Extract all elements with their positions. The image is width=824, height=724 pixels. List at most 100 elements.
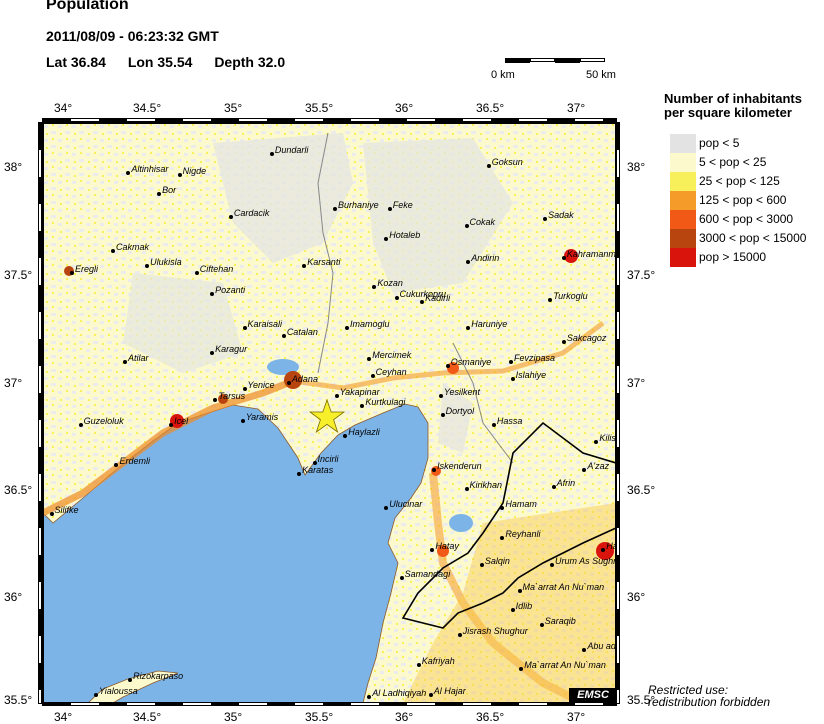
city-marker[interactable] <box>466 259 471 264</box>
city-marker[interactable] <box>551 484 556 489</box>
lat-tick: 37° <box>4 376 23 390</box>
city-marker[interactable] <box>367 357 372 362</box>
city-label: Incirli <box>317 454 339 465</box>
lat-tick: 38° <box>627 160 646 174</box>
city-marker[interactable] <box>210 351 215 356</box>
city-marker[interactable] <box>78 423 83 428</box>
city-marker[interactable] <box>302 264 307 269</box>
city-marker[interactable] <box>157 192 162 197</box>
city-marker[interactable] <box>177 172 182 177</box>
city-marker[interactable] <box>549 563 554 568</box>
city-marker[interactable] <box>582 467 587 472</box>
legend-swatch <box>670 153 696 172</box>
city-marker[interactable] <box>93 692 98 697</box>
city-marker[interactable] <box>428 692 433 697</box>
city-label: Sadak <box>548 210 574 221</box>
city-marker[interactable] <box>508 359 513 364</box>
city-marker[interactable] <box>430 548 435 553</box>
legend-item: 125 < pop < 600 <box>670 191 820 210</box>
city-marker[interactable] <box>464 486 469 491</box>
city-marker[interactable] <box>111 249 116 254</box>
city-marker[interactable] <box>440 412 445 417</box>
city-marker[interactable] <box>491 423 496 428</box>
scale-bar <box>505 58 605 64</box>
city-label: Karaisali <box>247 318 283 329</box>
city-marker[interactable] <box>370 374 375 379</box>
lat-tick: 37.5° <box>4 268 33 282</box>
city-marker[interactable] <box>384 236 389 241</box>
city-label: Silifke <box>54 505 79 516</box>
city-marker[interactable] <box>561 255 566 260</box>
city-marker[interactable] <box>479 563 484 568</box>
city-label: Rizokarpaso <box>133 670 184 681</box>
city-marker[interactable] <box>240 418 245 423</box>
city-marker[interactable] <box>594 440 599 445</box>
city-marker[interactable] <box>510 607 515 612</box>
city-marker[interactable] <box>360 404 365 409</box>
city-marker[interactable] <box>445 363 450 368</box>
city-marker[interactable] <box>466 325 471 330</box>
city-marker[interactable] <box>334 393 339 398</box>
city-marker[interactable] <box>561 340 566 345</box>
event-location: Lat 36.84 Lon 35.54 Depth 32.0 <box>46 54 303 70</box>
city-marker[interactable] <box>457 633 462 638</box>
city-label: Hassa <box>496 416 523 427</box>
city-label: Bor <box>162 185 177 196</box>
city-marker[interactable] <box>242 325 247 330</box>
map-title: Population <box>46 0 129 13</box>
city-marker[interactable] <box>384 505 389 510</box>
population-map[interactable]: AksarayAltinhisarNigdeBorDeveliDundarliG… <box>42 122 617 704</box>
city-marker[interactable] <box>486 164 491 169</box>
legend-label: 25 < pop < 125 <box>699 174 780 188</box>
legend-swatch <box>670 172 696 191</box>
city-label: Al Ladhiqiyah <box>372 687 427 698</box>
city-marker[interactable] <box>213 397 218 402</box>
city-marker[interactable] <box>145 264 150 269</box>
city-marker[interactable] <box>333 206 338 211</box>
city-marker[interactable] <box>420 300 425 305</box>
city-marker[interactable] <box>194 270 199 275</box>
city-marker[interactable] <box>210 291 215 296</box>
scale-segment <box>530 58 555 62</box>
scale-label-end: 50 km <box>586 69 616 81</box>
city-marker[interactable] <box>601 548 606 553</box>
city-marker[interactable] <box>543 217 548 222</box>
city-marker[interactable] <box>269 151 274 156</box>
city-label: Dundarli <box>274 144 309 155</box>
city-marker[interactable] <box>416 662 421 667</box>
city-marker[interactable] <box>367 694 372 699</box>
longitude-value: Lon 35.54 <box>127 54 193 70</box>
city-marker[interactable] <box>281 334 286 339</box>
city-marker[interactable] <box>394 295 399 300</box>
city-marker[interactable] <box>464 223 469 228</box>
city-marker[interactable] <box>548 298 553 303</box>
city-marker[interactable] <box>582 647 587 652</box>
city-marker[interactable] <box>126 170 131 175</box>
city-marker[interactable] <box>49 512 54 517</box>
city-marker[interactable] <box>517 588 522 593</box>
epicenter-star[interactable] <box>308 398 345 435</box>
city-marker[interactable] <box>399 575 404 580</box>
city-marker[interactable] <box>70 270 75 275</box>
city-marker[interactable] <box>128 677 133 682</box>
city-marker[interactable] <box>345 325 349 330</box>
city-marker[interactable] <box>372 285 377 290</box>
city-marker[interactable] <box>228 215 233 220</box>
legend-swatch <box>670 229 696 248</box>
legend-item: pop < 5 <box>670 134 820 153</box>
city-marker[interactable] <box>519 667 524 672</box>
city-marker[interactable] <box>387 206 392 211</box>
city-marker[interactable] <box>510 376 515 381</box>
legend-title-line2: per square kilometer <box>664 105 792 120</box>
city-label: Kurtkulagi <box>365 397 406 408</box>
city-marker[interactable] <box>122 359 127 364</box>
city-marker[interactable] <box>432 467 437 472</box>
city-marker[interactable] <box>114 463 119 468</box>
city-marker[interactable] <box>500 505 505 510</box>
city-marker[interactable] <box>169 423 174 428</box>
city-marker[interactable] <box>500 535 505 540</box>
city-marker[interactable] <box>539 622 544 627</box>
city-marker[interactable] <box>438 393 443 398</box>
city-marker[interactable] <box>297 471 302 476</box>
city-marker[interactable] <box>286 380 291 385</box>
